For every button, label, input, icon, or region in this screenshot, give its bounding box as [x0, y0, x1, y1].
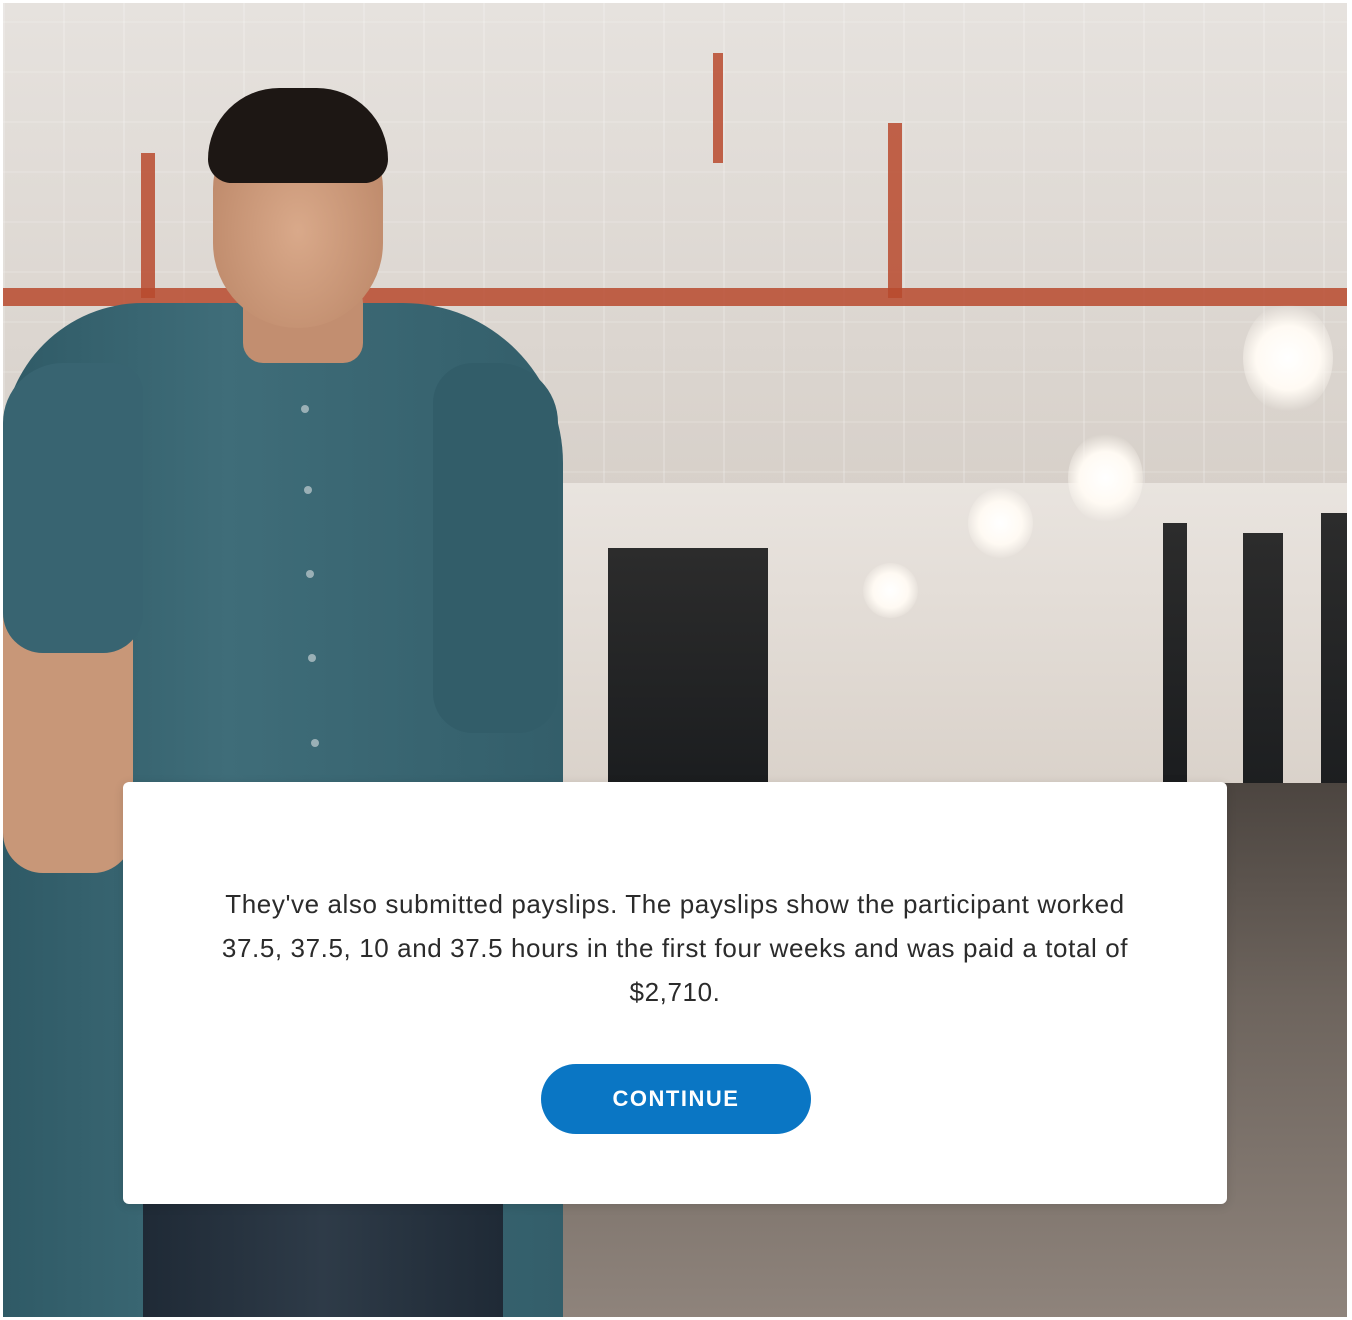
ceiling-pipe-vertical-1	[141, 153, 155, 298]
character-jeans	[143, 1203, 503, 1317]
shirt-button-1	[301, 405, 309, 413]
continue-button[interactable]: CONTINUE	[541, 1064, 811, 1134]
dialog-panel: They've also submitted payslips. The pay…	[123, 782, 1227, 1204]
character-right-sleeve	[433, 363, 558, 733]
shirt-button-5	[311, 739, 319, 747]
pendant-lamp-4	[863, 563, 918, 618]
shirt-button-3	[306, 570, 314, 578]
side-window-2	[1163, 523, 1187, 783]
shirt-button-2	[304, 486, 312, 494]
ceiling-pipe-vertical-3	[713, 53, 723, 163]
pendant-lamp-2	[1068, 433, 1143, 523]
shirt-button-4	[308, 654, 316, 662]
dialog-message: They've also submitted payslips. The pay…	[221, 889, 1129, 1007]
pendant-lamp-1	[1243, 303, 1333, 413]
side-window-1	[1243, 533, 1283, 813]
ceiling-pipe-vertical-2	[888, 123, 902, 298]
side-window-3	[1321, 513, 1347, 813]
pendant-lamp-3	[968, 488, 1033, 558]
back-window	[608, 548, 768, 788]
character-left-sleeve	[3, 363, 143, 653]
